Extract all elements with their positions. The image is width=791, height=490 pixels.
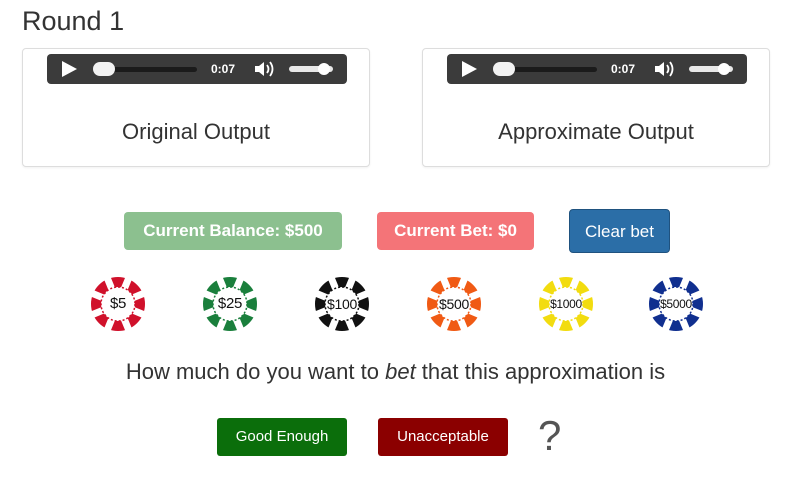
chip-5[interactable]: $5 bbox=[90, 276, 146, 332]
question-text-after: that this approximation is bbox=[415, 359, 666, 384]
volume-icon[interactable] bbox=[253, 59, 277, 79]
chip-25[interactable]: $25 bbox=[202, 276, 258, 332]
current-balance-badge: Current Balance: $500 bbox=[124, 212, 342, 250]
chip-label: $25 bbox=[217, 295, 243, 312]
question-text-before: How much do you want to bbox=[125, 359, 386, 384]
original-output-panel: 0:07 Original Output bbox=[22, 48, 370, 167]
good-enough-button[interactable]: Good Enough bbox=[217, 418, 347, 456]
current-bet-badge: Current Bet: $0 bbox=[377, 212, 534, 250]
chip-label: $5 bbox=[109, 295, 127, 312]
audio-player-approximate[interactable]: 0:07 bbox=[447, 54, 747, 84]
progress-knob[interactable] bbox=[493, 62, 515, 76]
time-readout: 0:07 bbox=[211, 62, 236, 76]
chip-1000[interactable]: $1000 bbox=[538, 276, 594, 332]
play-icon[interactable] bbox=[459, 60, 479, 78]
chip-5000[interactable]: $5000 bbox=[648, 276, 704, 332]
volume-knob[interactable] bbox=[318, 63, 331, 75]
volume-knob[interactable] bbox=[718, 63, 731, 75]
time-readout: 0:07 bbox=[611, 62, 636, 76]
round-title: Round 1 bbox=[22, 6, 125, 36]
chip-label: $5000 bbox=[660, 297, 692, 311]
chip-100[interactable]: $100 bbox=[314, 276, 370, 332]
approximate-output-label: Approximate Output bbox=[498, 119, 694, 144]
chip-label: $100 bbox=[327, 296, 357, 312]
unacceptable-button[interactable]: Unacceptable bbox=[378, 418, 508, 456]
chip-500[interactable]: $500 bbox=[426, 276, 482, 332]
original-output-label: Original Output bbox=[122, 119, 270, 144]
question-mark: ? bbox=[538, 412, 562, 459]
volume-icon[interactable] bbox=[653, 59, 677, 79]
clear-bet-button[interactable]: Clear bet bbox=[569, 209, 670, 253]
progress-knob[interactable] bbox=[93, 62, 115, 76]
question-emphasis: bet bbox=[385, 359, 416, 384]
play-icon[interactable] bbox=[59, 60, 79, 78]
bet-question: How much do you want to bet that this ap… bbox=[0, 359, 791, 385]
chip-label: $500 bbox=[439, 296, 469, 312]
approximate-output-panel: 0:07 Approximate Output bbox=[422, 48, 770, 167]
chip-label: $1000 bbox=[550, 297, 582, 311]
audio-player-original[interactable]: 0:07 bbox=[47, 54, 347, 84]
